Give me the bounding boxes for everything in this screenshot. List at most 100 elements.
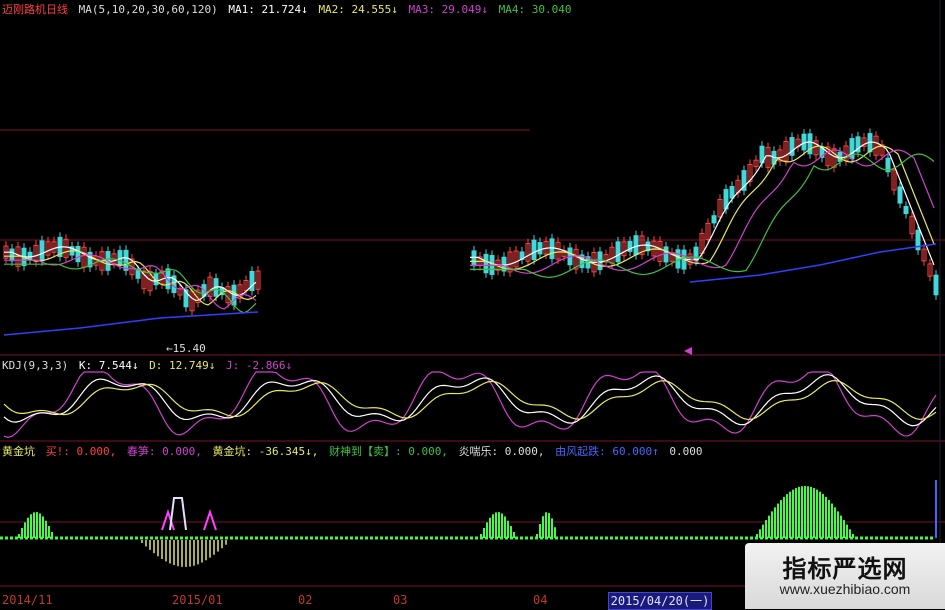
gold-bar — [510, 526, 512, 538]
candle-body — [75, 246, 81, 263]
candle-body — [9, 248, 15, 262]
x-axis-label: 04 — [533, 593, 548, 607]
gold-bar — [489, 517, 491, 538]
gold-bar — [846, 524, 848, 538]
gold-bar — [486, 522, 488, 538]
gold-bar — [554, 527, 556, 538]
ma1-value: MA1: 21.724↓ — [228, 3, 308, 16]
gold-bar — [498, 512, 500, 538]
candle-body — [537, 242, 543, 255]
kdj-d-value: D: 12.749↓ — [149, 359, 216, 372]
gold-bar — [840, 515, 842, 538]
selected-date[interactable]: 2015/04/20(一) — [608, 592, 712, 610]
gold-bar — [777, 503, 779, 538]
gold-bar — [819, 491, 821, 538]
candle-body — [663, 246, 669, 263]
gold-bar — [45, 520, 47, 538]
wind-value: 由风起跌: 60.000↑ — [555, 445, 659, 458]
gold-bar — [822, 494, 824, 538]
gold-bar — [852, 534, 854, 538]
gold-bar — [768, 515, 770, 538]
kdj-j-value: J: -2.866↓ — [225, 359, 293, 372]
candle-body — [135, 270, 141, 279]
gold-bar — [792, 489, 794, 538]
last-value: 0.000 — [669, 445, 703, 458]
candle-body — [549, 238, 555, 260]
x-axis-label: 2015/01 — [172, 593, 223, 607]
candle-body — [483, 253, 489, 274]
gold-bar — [492, 514, 494, 538]
gold-bar — [30, 514, 32, 538]
gold-pit-value: 黄金坑: -36.345↓, — [212, 445, 319, 458]
gold-bar — [51, 531, 53, 538]
gold-bar — [813, 488, 815, 538]
ma4-value: MA4: 30.040 — [498, 3, 572, 16]
gold-bar — [542, 516, 544, 538]
gold-bar — [804, 486, 806, 538]
spring-value: 春笋: 0.000, — [126, 445, 202, 458]
candle-body — [933, 274, 939, 296]
gold-bar — [513, 531, 515, 538]
candle-body — [531, 239, 537, 261]
gold-bar — [810, 486, 812, 538]
gold-bar — [798, 486, 800, 538]
gold-bar — [816, 489, 818, 538]
candle-body — [615, 241, 621, 263]
gold-bar — [545, 512, 547, 538]
candle-body — [897, 186, 903, 204]
candle-body — [675, 249, 681, 269]
gold-bar — [507, 520, 509, 538]
gold-bar — [759, 529, 761, 538]
gold-bar — [843, 520, 845, 538]
joy-value: 炎喘乐: 0.000, — [458, 445, 545, 458]
ma3-value: MA3: 29.049↓ — [408, 3, 489, 16]
x-axis-label: 03 — [393, 593, 408, 607]
ma-params: MA(5,10,20,30,60,120) — [78, 3, 218, 16]
gold-bar — [801, 486, 803, 538]
kdj-name[interactable]: KDJ(9,3,3) — [2, 359, 68, 372]
stock-name: 迈刚路机 — [2, 3, 46, 16]
lowest-price-label: ←15.40 — [166, 342, 206, 355]
watermark-badge: 指标严选网 www.xuezhibiao.com — [745, 543, 945, 609]
gold-bar — [27, 517, 29, 538]
period-label[interactable]: 日线 — [46, 3, 68, 16]
gold-bar — [24, 522, 26, 538]
gold-bar — [536, 534, 538, 538]
gold-bar — [765, 520, 767, 538]
gold-bar — [795, 488, 797, 538]
gold-bar — [548, 513, 550, 538]
gold-bar — [756, 534, 758, 538]
gold-bar — [828, 500, 830, 538]
spring-spike — [203, 508, 217, 531]
candle-body — [471, 250, 477, 267]
gold-bar — [786, 494, 788, 538]
candle-body — [903, 205, 909, 215]
gold-panel-header: 黄金坑 买!: 0.000, 春笋: 0.000, 黄金坑: -36.345↓,… — [2, 445, 703, 458]
gold-bar — [780, 500, 782, 538]
gold-bar — [483, 527, 485, 538]
gold-bar — [807, 486, 809, 538]
candle-body — [39, 240, 45, 262]
gold-bar — [504, 516, 506, 538]
gold-bar — [762, 524, 764, 538]
candle-body — [27, 251, 33, 260]
stock-chart[interactable] — [0, 0, 945, 609]
gold-bar — [480, 534, 482, 538]
main-panel-header: 迈刚路机日线 MA(5,10,20,30,60,120) MA1: 21.724… — [2, 3, 572, 16]
gold-bar — [48, 526, 50, 538]
buy-value: 买!: 0.000, — [45, 445, 117, 458]
gold-bar — [33, 512, 35, 538]
gold-bar — [825, 496, 827, 538]
kdj-k-value: K: 7.544↓ — [78, 359, 139, 372]
gold-indicator-name[interactable]: 黄金坑 — [2, 445, 35, 458]
gold-bar — [789, 491, 791, 538]
gold-bar — [783, 496, 785, 538]
candle-body — [633, 235, 639, 256]
gold-bar — [849, 529, 851, 538]
kdj-j-line — [3, 371, 937, 438]
watermark-title: 指标严选网 — [782, 555, 908, 583]
ma2-value: MA2: 24.555↓ — [318, 3, 398, 16]
watermark-url: www.xuezhibiao.com — [779, 581, 911, 597]
gold-bar — [495, 512, 497, 538]
x-axis-label: 2014/11 — [2, 593, 53, 607]
